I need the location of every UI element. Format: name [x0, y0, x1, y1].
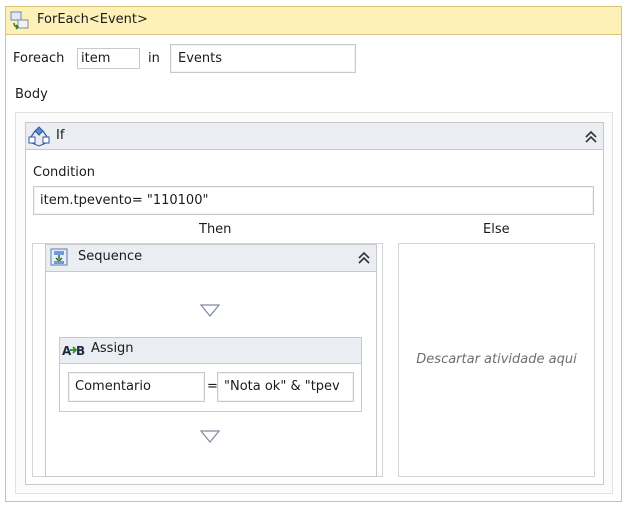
if-icon — [28, 126, 50, 147]
assign-to-field[interactable]: Comentario — [68, 372, 205, 402]
assign-value-field[interactable]: "Nota ok" & "tpev — [217, 372, 354, 402]
foreach-icon — [10, 11, 29, 30]
assign-title: Assign — [91, 341, 134, 356]
if-header[interactable] — [25, 122, 604, 150]
sequence-icon — [50, 248, 68, 266]
collapse-icon[interactable] — [356, 250, 372, 266]
condition-label: Condition — [33, 165, 96, 180]
assign-icon: A B — [62, 344, 85, 358]
collapse-icon[interactable] — [583, 129, 599, 145]
else-placeholder: Descartar atividade aqui — [416, 352, 577, 367]
else-label: Else — [483, 222, 510, 237]
svg-text:B: B — [76, 344, 85, 358]
in-label: in — [148, 51, 160, 66]
svg-text:A: A — [62, 344, 72, 358]
drop-target-icon[interactable] — [200, 304, 220, 318]
foreach-title: ForEach<Event> — [37, 12, 148, 27]
drop-target-icon[interactable] — [200, 430, 220, 444]
then-label: Then — [199, 222, 232, 237]
if-title: If — [56, 128, 65, 143]
collection-field[interactable]: Events — [170, 44, 356, 73]
body-label: Body — [15, 87, 48, 102]
condition-field[interactable]: item.tpevento= "110100" — [33, 186, 594, 215]
item-variable-field[interactable]: item — [77, 48, 140, 69]
sequence-title: Sequence — [78, 249, 143, 264]
foreach-label: Foreach — [13, 51, 65, 66]
